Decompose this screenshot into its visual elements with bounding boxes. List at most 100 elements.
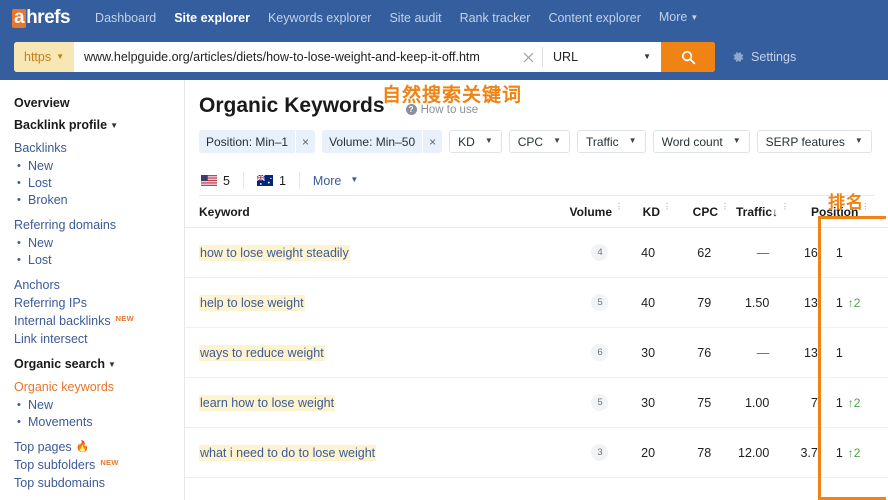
sidebar-item-referring-domains[interactable]: Referring domains: [14, 217, 184, 234]
filter-chip-volume[interactable]: Volume: Min–50 ×: [322, 130, 442, 153]
sidebar-item-anchors[interactable]: Anchors: [14, 277, 184, 294]
country-tabs: 5 1 More▼: [199, 166, 874, 196]
filter-dropdown-word-count-label: Word count: [662, 135, 723, 149]
cell-kd-value: 20: [614, 446, 659, 460]
filter-dropdown-kd[interactable]: KD ▼: [449, 130, 502, 153]
sidebar-item-backlinks-lost[interactable]: Lost: [14, 175, 184, 192]
sidebar-item-backlinks-new[interactable]: New: [14, 158, 184, 175]
filter-dropdown-kd-label: KD: [458, 135, 475, 149]
sidebar-item-backlinks[interactable]: Backlinks: [14, 140, 184, 157]
column-header-kd[interactable]: KD⋮: [629, 205, 675, 219]
nav-item-rank-tracker[interactable]: Rank tracker: [451, 0, 540, 36]
chevron-down-icon: ▼: [855, 136, 863, 145]
table-row[interactable]: help to lose weight 5 40 79 1.50 13 1↑2: [185, 278, 888, 328]
column-header-cpc[interactable]: CPC⋮: [675, 205, 733, 219]
country-tab-us-count: 5: [223, 174, 230, 188]
nav-item-content-explorer[interactable]: Content explorer: [539, 0, 649, 36]
filter-dropdown-serp-features[interactable]: SERP features ▼: [757, 130, 872, 153]
country-tab-au[interactable]: 1: [257, 172, 300, 189]
url-input[interactable]: [74, 42, 514, 72]
nav-item-dashboard[interactable]: Dashboard: [86, 0, 165, 36]
keyword-link[interactable]: what i need to do to lose weight: [199, 445, 376, 461]
nav-item-more[interactable]: More▼: [650, 0, 707, 37]
main-content: Organic Keywords ⋮ ? How to use Position…: [185, 80, 888, 500]
keyword-link[interactable]: ways to reduce weight: [199, 345, 325, 361]
country-tab-more[interactable]: More▼: [313, 172, 371, 189]
info-icon: ⋮: [781, 202, 789, 211]
info-icon: ⋮: [615, 202, 623, 211]
country-tab-us[interactable]: 5: [199, 172, 244, 189]
filter-dropdown-serp-features-label: SERP features: [766, 135, 845, 149]
chevron-down-icon: ▼: [733, 136, 741, 145]
fire-icon: 🔥: [76, 439, 90, 456]
sidebar-item-referring-domains-new[interactable]: New: [14, 235, 184, 252]
filter-dropdown-cpc[interactable]: CPC▼: [509, 130, 570, 153]
settings-button[interactable]: Settings: [731, 50, 796, 64]
table-row[interactable]: what i need to do to lose weight 3 20 78…: [185, 428, 888, 478]
info-icon: ⋮: [721, 202, 729, 211]
sidebar-item-top-subfolders[interactable]: Top subfolders NEW: [14, 457, 184, 474]
filter-dropdown-word-count[interactable]: Word count ▼: [653, 130, 750, 153]
ahrefs-logo[interactable]: ahrefs: [12, 7, 70, 29]
nav-item-keywords-explorer[interactable]: Keywords explorer: [259, 0, 381, 36]
sidebar-item-referring-ips[interactable]: Referring IPs: [14, 295, 184, 312]
annotation-organic-keywords: 自然搜索关键词: [382, 80, 522, 107]
filter-dropdown-traffic-label: Traffic: [586, 135, 619, 149]
close-icon[interactable]: ×: [422, 130, 442, 153]
chevron-down-icon: ▼: [629, 136, 637, 145]
search-mode-select[interactable]: URL ▼: [543, 42, 661, 72]
sidebar-item-top-subdomains[interactable]: Top subdomains: [14, 475, 184, 492]
column-header-traffic[interactable]: Traffic↓⋮: [733, 205, 797, 219]
keyword-link[interactable]: help to lose weight: [199, 295, 305, 311]
sidebar-item-backlinks-broken[interactable]: Broken: [14, 192, 184, 209]
cell-keyword: how to lose weight steadily: [199, 246, 533, 260]
nav-item-site-audit[interactable]: Site audit: [380, 0, 450, 36]
search-button[interactable]: [661, 42, 715, 72]
cell-position: 1↑2: [822, 396, 888, 410]
sidebar-group-backlink-profile[interactable]: Backlink profile▼: [14, 118, 184, 132]
sidebar-item-referring-domains-lost[interactable]: Lost: [14, 252, 184, 269]
protocol-select[interactable]: https ▼: [14, 42, 74, 72]
nav-item-site-explorer[interactable]: Site explorer: [165, 0, 259, 36]
au-flag-icon: [257, 175, 273, 186]
chevron-down-icon: ▼: [485, 136, 493, 145]
cell-keyword: help to lose weight: [199, 296, 533, 310]
table-row[interactable]: ways to reduce weight 6 30 76 — 13 1: [185, 328, 888, 378]
position-delta: ↑2: [848, 296, 861, 310]
sidebar-spacer: [14, 269, 184, 277]
table-row[interactable]: how to lose weight steadily 4 40 62 — 16…: [185, 228, 888, 278]
keyword-link[interactable]: how to lose weight steadily: [199, 245, 350, 261]
column-header-traffic-label: Traffic: [736, 205, 772, 219]
cell-keyword: what i need to do to lose weight: [199, 446, 533, 460]
logo-text: hrefs: [26, 7, 70, 29]
nav-item-more-label: More: [659, 10, 687, 24]
cell-volume: 3: [533, 444, 614, 461]
annotation-position: 排名: [828, 188, 864, 213]
close-icon[interactable]: ×: [295, 130, 315, 153]
clear-icon[interactable]: [514, 42, 542, 72]
filter-chip-position-label: Position: Min–1: [199, 130, 295, 153]
column-header-volume[interactable]: Volume⋮: [545, 205, 629, 219]
sidebar-spacer: [14, 349, 184, 357]
sidebar-item-internal-backlinks[interactable]: Internal backlinks NEW: [14, 313, 184, 330]
table-row[interactable]: learn how to lose weight 5 30 75 1.00 7 …: [185, 378, 888, 428]
cell-keyword: ways to reduce weight: [199, 346, 533, 360]
search-bar-row: https ▼ URL ▼: [0, 40, 888, 74]
sidebar-item-organic-keywords[interactable]: Organic keywords: [14, 379, 184, 396]
filter-bar: Position: Min–1 × Volume: Min–50 × KD ▼ C…: [185, 118, 888, 153]
cell-kd: 78: [659, 446, 715, 460]
sidebar-spacer: [14, 431, 184, 439]
sidebar-item-link-intersect[interactable]: Link intersect: [14, 331, 184, 348]
sidebar-item-top-pages[interactable]: Top pages 🔥: [14, 439, 184, 456]
sidebar-group-organic-search[interactable]: Organic search▼: [14, 357, 184, 371]
sidebar-item-organic-keywords-new[interactable]: New: [14, 397, 184, 414]
search-box: https ▼ URL ▼: [14, 42, 715, 72]
cell-kd-value: 40: [614, 296, 659, 310]
column-header-keyword[interactable]: Keyword: [199, 205, 545, 219]
sidebar-item-overview[interactable]: Overview: [14, 96, 184, 110]
filter-chip-position[interactable]: Position: Min–1 ×: [199, 130, 315, 153]
keyword-link[interactable]: learn how to lose weight: [199, 395, 335, 411]
filter-dropdown-traffic[interactable]: Traffic ▼: [577, 130, 646, 153]
sidebar-item-organic-keywords-movements[interactable]: Movements: [14, 414, 184, 431]
word-count-badge: 5: [591, 294, 608, 311]
